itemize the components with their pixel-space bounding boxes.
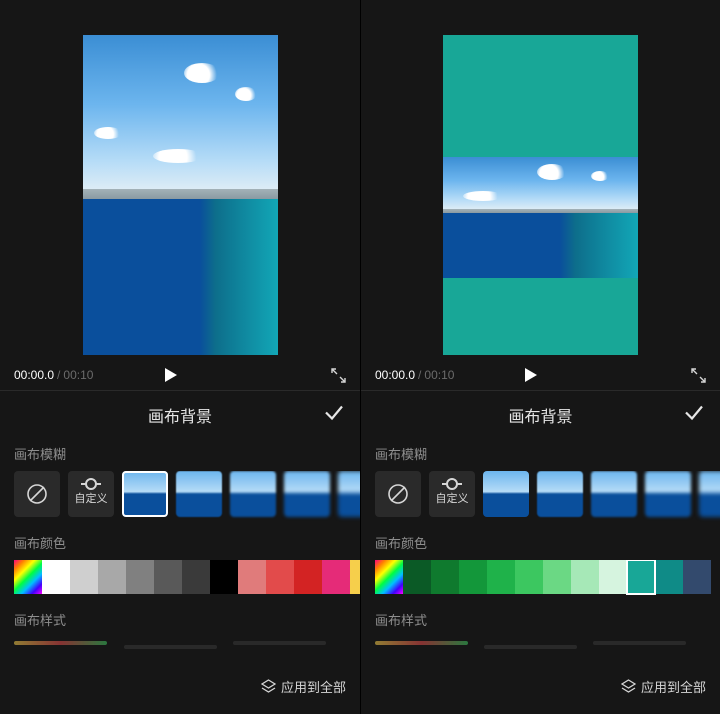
section-style-label: 画布样式 xyxy=(361,604,720,637)
apply-to-all-button[interactable]: 应用到全部 xyxy=(621,677,706,696)
blur-none-button[interactable] xyxy=(14,471,60,517)
color-swatch[interactable] xyxy=(350,560,360,594)
blur-custom-button[interactable]: 自定义 xyxy=(68,471,114,517)
blur-preset-1[interactable] xyxy=(122,471,168,517)
color-swatch[interactable] xyxy=(266,560,294,594)
color-swatch[interactable] xyxy=(42,560,70,594)
color-swatch[interactable] xyxy=(431,560,459,594)
right-pane: 00:00.0 / 00:10 画布背景 画布模糊 自定义 画布颜色 xyxy=(360,0,720,714)
blur-preset-3[interactable] xyxy=(591,471,637,517)
color-row-left xyxy=(0,560,360,604)
blur-preset-5[interactable] xyxy=(338,471,360,517)
section-color-label: 画布颜色 xyxy=(0,527,360,560)
color-swatch[interactable] xyxy=(571,560,599,594)
left-pane: 00:00.0 / 00:10 画布背景 画布模糊 自定义 画布颜色 xyxy=(0,0,360,714)
preview-sea xyxy=(83,189,278,355)
preview-clip xyxy=(443,157,638,279)
style-row[interactable] xyxy=(361,637,720,657)
apply-to-all-label: 应用到全部 xyxy=(641,677,706,696)
blur-preset-5[interactable] xyxy=(699,471,720,517)
time-duration: 00:10 xyxy=(424,368,454,382)
preview-sky xyxy=(443,157,638,209)
color-swatch[interactable] xyxy=(515,560,543,594)
blur-preset-4[interactable] xyxy=(284,471,330,517)
time-current: 00:00.0 xyxy=(14,368,54,382)
canvas-frame[interactable] xyxy=(443,35,638,355)
layers-icon xyxy=(261,679,276,694)
color-swatch[interactable] xyxy=(14,560,42,594)
slider-icon xyxy=(442,483,462,485)
play-button[interactable] xyxy=(161,366,179,384)
video-preview xyxy=(0,0,360,360)
panel-title: 画布背景 xyxy=(508,403,572,427)
blur-custom-button[interactable]: 自定义 xyxy=(429,471,475,517)
time-current: 00:00.0 xyxy=(375,368,415,382)
play-button[interactable] xyxy=(521,366,539,384)
apply-to-all-label: 应用到全部 xyxy=(281,677,346,696)
color-swatch[interactable] xyxy=(403,560,431,594)
color-swatch[interactable] xyxy=(182,560,210,594)
confirm-button[interactable] xyxy=(322,400,346,429)
layers-icon xyxy=(621,679,636,694)
blur-none-button[interactable] xyxy=(375,471,421,517)
section-style-label: 画布样式 xyxy=(0,604,360,637)
style-row[interactable] xyxy=(0,637,360,657)
transport-bar: 00:00.0 / 00:10 xyxy=(0,360,360,390)
preview-sea xyxy=(443,209,638,278)
blur-preset-1[interactable] xyxy=(483,471,529,517)
preview-clip xyxy=(83,35,278,355)
blur-custom-label: 自定义 xyxy=(75,490,108,506)
color-swatch[interactable] xyxy=(599,560,627,594)
color-swatch[interactable] xyxy=(70,560,98,594)
fullscreen-button[interactable] xyxy=(331,368,346,383)
preview-sky xyxy=(83,35,278,189)
color-swatch[interactable] xyxy=(627,560,655,594)
panel-title: 画布背景 xyxy=(148,403,212,427)
color-swatch[interactable] xyxy=(459,560,487,594)
blur-row: 自定义 xyxy=(361,471,720,527)
blur-custom-label: 自定义 xyxy=(436,490,469,506)
blur-preset-2[interactable] xyxy=(537,471,583,517)
fullscreen-button[interactable] xyxy=(691,368,706,383)
blur-row: 自定义 xyxy=(0,471,360,527)
color-swatch[interactable] xyxy=(655,560,683,594)
video-preview xyxy=(361,0,720,360)
section-blur-label: 画布模糊 xyxy=(361,438,720,471)
color-row-right xyxy=(361,560,720,604)
apply-to-all-button[interactable]: 应用到全部 xyxy=(261,677,346,696)
color-swatch[interactable] xyxy=(487,560,515,594)
color-swatch[interactable] xyxy=(322,560,350,594)
color-swatch[interactable] xyxy=(294,560,322,594)
color-swatch[interactable] xyxy=(375,560,403,594)
color-swatch[interactable] xyxy=(126,560,154,594)
blur-preset-3[interactable] xyxy=(230,471,276,517)
section-blur-label: 画布模糊 xyxy=(0,438,360,471)
color-swatch[interactable] xyxy=(210,560,238,594)
color-swatch[interactable] xyxy=(238,560,266,594)
color-swatch[interactable] xyxy=(543,560,571,594)
blur-preset-2[interactable] xyxy=(176,471,222,517)
canvas-frame[interactable] xyxy=(83,35,278,355)
color-swatch[interactable] xyxy=(98,560,126,594)
color-swatch[interactable] xyxy=(154,560,182,594)
section-color-label: 画布颜色 xyxy=(361,527,720,560)
panel-header: 画布背景 xyxy=(0,390,360,438)
confirm-button[interactable] xyxy=(682,400,706,429)
time-duration: 00:10 xyxy=(63,368,93,382)
color-swatch[interactable] xyxy=(683,560,711,594)
transport-bar: 00:00.0 / 00:10 xyxy=(361,360,720,390)
slider-icon xyxy=(81,483,101,485)
blur-preset-4[interactable] xyxy=(645,471,691,517)
panel-header: 画布背景 xyxy=(361,390,720,438)
